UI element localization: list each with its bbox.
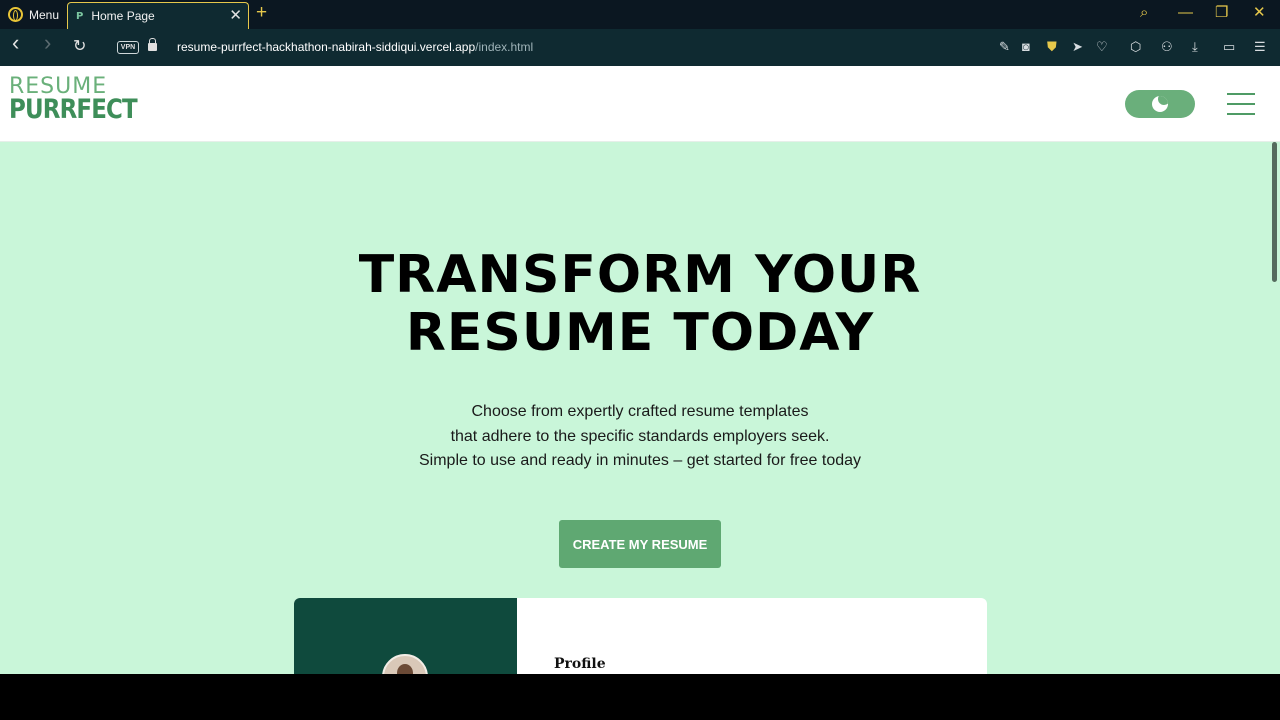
forward-button[interactable]: › [44, 32, 51, 54]
heart-icon[interactable]: ♡ [1096, 38, 1108, 56]
preview-profile-heading: Profile [554, 656, 606, 672]
hero-title-line-2: RESUME TODAY [405, 303, 875, 363]
scrollbar-thumb[interactable] [1272, 142, 1277, 282]
minimize-button[interactable]: — [1178, 4, 1193, 22]
url-field[interactable]: resume-purrfect-hackhathon-nabirah-siddi… [177, 40, 533, 54]
camera-icon[interactable]: ◙ [1022, 38, 1030, 56]
page-scrollbar[interactable] [1270, 66, 1280, 674]
resume-preview-card: Profile [294, 598, 987, 674]
shield-icon[interactable]: ⛊ [1047, 38, 1057, 56]
hero-title-line-1: TRANSFORM YOUR [358, 245, 922, 305]
web-page: RESUME PURRFECT TRANSFORM YOUR RESUME TO… [0, 66, 1280, 674]
create-my-resume-button[interactable]: CREATE MY RESUME [559, 520, 721, 568]
vpn-badge[interactable]: VPN [117, 41, 139, 54]
site-favicon-icon: P [76, 10, 84, 22]
taskbar-area [0, 674, 1280, 720]
browser-tab-bar: Menu P Home Page ✕ + ⌕ — ❐ ✕ [0, 0, 1280, 29]
profile-icon[interactable]: ⚇ [1161, 38, 1173, 56]
hero-title: TRANSFORM YOUR RESUME TODAY [240, 246, 1040, 362]
close-window-button[interactable]: ✕ [1253, 4, 1266, 22]
easy-setup-icon[interactable]: ☰ [1254, 38, 1266, 56]
browser-address-bar: ‹ › ↻ VPN resume-purrfect-hackhathon-nab… [0, 29, 1280, 66]
hero-subtitle: Choose from expertly crafted resume temp… [290, 400, 990, 474]
hero-subtitle-line-3: Simple to use and ready in minutes – get… [418, 452, 862, 469]
menu-label: Menu [29, 7, 60, 22]
site-header: RESUME PURRFECT [0, 66, 1280, 142]
theme-toggle[interactable] [1125, 90, 1195, 118]
edit-icon[interactable]: ✎ [999, 38, 1010, 56]
battery-icon[interactable]: ▭ [1223, 38, 1235, 56]
cube-icon[interactable]: ⬡ [1130, 38, 1141, 56]
download-icon[interactable]: ⤓ [1192, 38, 1198, 56]
url-domain: resume-purrfect-hackhathon-nabirah-siddi… [177, 40, 476, 54]
search-tabs-icon[interactable]: ⌕ [1140, 4, 1148, 22]
hero-subtitle-line-2: that adhere to the specific standards em… [450, 427, 830, 445]
opera-logo-icon [8, 7, 23, 22]
browser-menu-button[interactable]: Menu [0, 0, 66, 29]
url-path: /index.html [475, 40, 534, 54]
moon-icon [1152, 96, 1168, 112]
tab-home-page[interactable]: P Home Page ✕ [67, 2, 249, 29]
logo-text-bottom: PURRFECT [9, 94, 138, 125]
avatar [382, 654, 428, 674]
back-button[interactable]: ‹ [12, 32, 19, 54]
tab-title: Home Page [91, 9, 155, 23]
new-tab-button[interactable]: + [256, 3, 267, 23]
screen: Menu P Home Page ✕ + ⌕ — ❐ ✕ ‹ › ↻ VPN r… [0, 0, 1280, 720]
lock-icon[interactable] [148, 38, 157, 51]
resume-preview-sidebar [294, 598, 517, 674]
hamburger-menu-icon[interactable] [1227, 93, 1255, 115]
tab-close-icon[interactable]: ✕ [229, 7, 242, 24]
reload-button[interactable]: ↻ [73, 37, 86, 57]
hero-subtitle-line-1: Choose from expertly crafted resume temp… [471, 403, 809, 420]
send-icon[interactable]: ➤ [1072, 38, 1083, 56]
restore-button[interactable]: ❐ [1215, 4, 1228, 22]
